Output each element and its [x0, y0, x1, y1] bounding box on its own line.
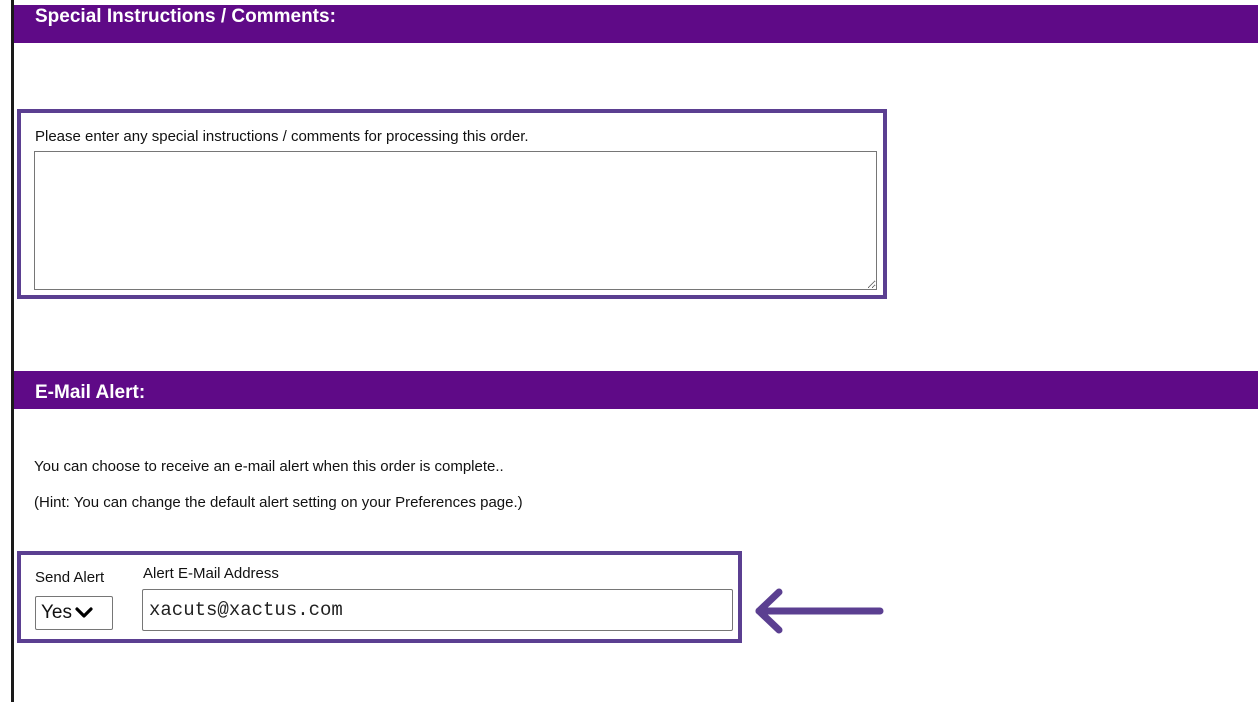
order-form-page: Special Instructions / Comments: Please …	[0, 0, 1258, 702]
alert-email-address-label: Alert E-Mail Address	[143, 565, 279, 582]
email-alert-info-text: You can choose to receive an e-mail aler…	[34, 458, 504, 475]
send-alert-select[interactable]: Yes	[35, 596, 113, 630]
alert-email-input[interactable]	[142, 589, 733, 631]
arrow-left-icon	[755, 588, 884, 634]
send-alert-label: Send Alert	[35, 569, 105, 586]
send-alert-selected-value: Yes	[41, 602, 72, 623]
special-instructions-header-label: Special Instructions / Comments:	[35, 6, 336, 27]
email-alert-header-label: E-Mail Alert:	[35, 382, 146, 403]
left-border-line	[11, 0, 14, 702]
chevron-down-icon	[75, 607, 93, 618]
email-alert-header: E-Mail Alert:	[14, 371, 1258, 409]
special-instructions-label: Please enter any special instructions / …	[35, 128, 529, 145]
special-instructions-header: Special Instructions / Comments:	[14, 5, 1258, 43]
email-alert-hint-text: (Hint: You can change the default alert …	[34, 494, 523, 511]
special-instructions-textarea[interactable]	[34, 151, 877, 290]
